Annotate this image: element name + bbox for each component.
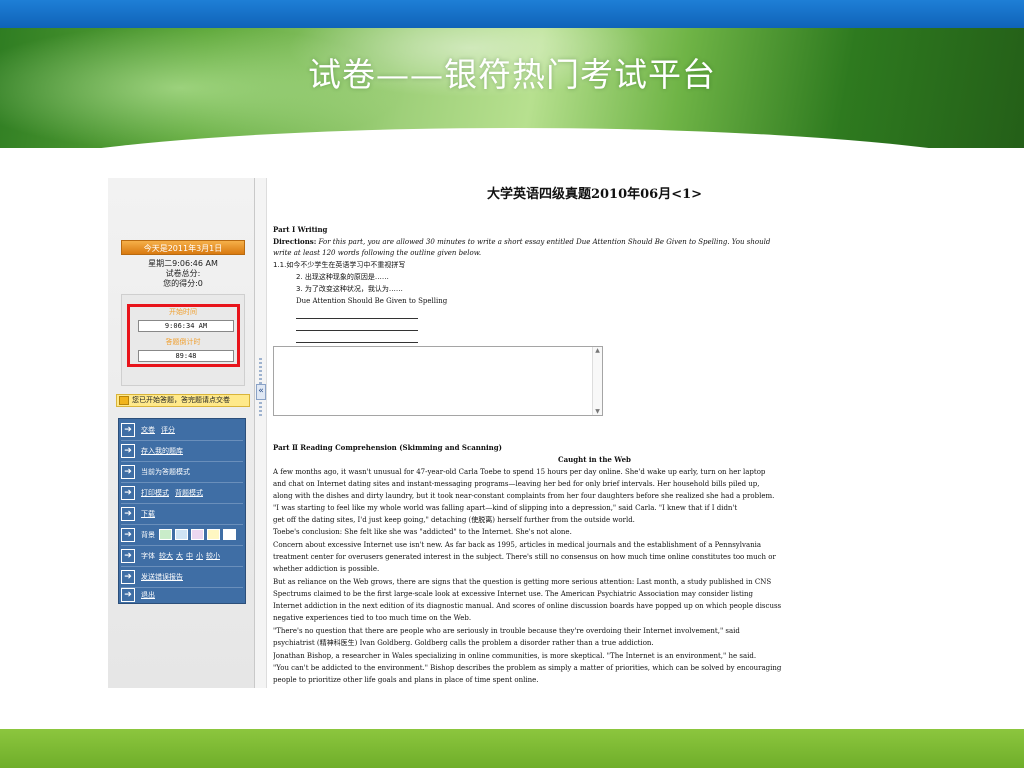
panel-splitter[interactable]: « [255, 178, 267, 688]
arrow-right-icon: ➔ [121, 587, 135, 602]
outline-item: 2. 出现这种现象的原因是…… [296, 273, 389, 281]
start-time-label: 开始时间 [169, 308, 197, 316]
report-error-link[interactable]: 发送错误报告 [141, 572, 183, 582]
submit-link[interactable]: 交卷 [141, 425, 155, 435]
menu-report[interactable]: ➔ 发送错误报告 [121, 567, 243, 586]
bg-swatch-white[interactable] [223, 529, 236, 540]
score-mine: 您的得分:0 [163, 279, 203, 288]
passage-line: But as reliance on the Web grows, there … [273, 578, 772, 586]
arrow-right-icon: ➔ [121, 548, 135, 563]
essay-title: Due Attention Should Be Given to Spellin… [296, 297, 448, 305]
menu-mode: ➔ 当前为答题模式 [121, 462, 243, 481]
slide: 试卷——银符热门考试平台 今天是2011年3月1日 星期二9:06:46 AM … [0, 0, 1024, 768]
arrow-right-icon: ➔ [121, 527, 135, 542]
passage-line: treatment center for overusers generated… [273, 553, 776, 561]
passage-line: Toebe's conclusion: She felt like she wa… [273, 528, 572, 536]
menu-submit[interactable]: ➔ 交卷 评分 [121, 420, 243, 439]
passage-line: people to prioritize other life goals an… [273, 676, 539, 684]
banner-curve [0, 128, 1024, 148]
exam-screenshot: 今天是2011年3月1日 星期二9:06:46 AM 试卷总分: 您的得分:0 … [108, 178, 918, 688]
menu-font: ➔ 字体 较大 大 中 小 较小 [121, 546, 243, 565]
countdown-field: 89:48 [138, 350, 234, 362]
top-blue-strip [0, 0, 1024, 28]
folder-icon [119, 396, 129, 405]
exit-link[interactable]: 退出 [141, 590, 155, 600]
bg-swatch-blue[interactable] [175, 529, 188, 540]
current-mode-text: 当前为答题模式 [141, 467, 190, 476]
font-label: 字体 [141, 551, 155, 560]
passage-line: Jonathan Bishop, a researcher in Wales s… [273, 652, 757, 660]
side-menu: ➔ 交卷 评分 ➔ 存入我的题库 ➔ 当前为答题模式 ➔ 打印模式 背题模式 ➔… [118, 418, 246, 604]
collapse-icon[interactable]: « [256, 384, 266, 400]
arrow-right-icon: ➔ [121, 464, 135, 479]
outline-item: 3. 为了改变这种状况，我认为…… [296, 285, 403, 293]
left-sidebar: 今天是2011年3月1日 星期二9:06:46 AM 试卷总分: 您的得分:0 … [108, 178, 255, 688]
passage-line: psychiatrist (精神科医生) Ivan Goldberg. Gold… [273, 639, 654, 647]
save-to-bank-link[interactable]: 存入我的题库 [141, 446, 183, 456]
passage-line: and chat on Internet dating sites and in… [273, 480, 760, 488]
passage-line: get off the dating sites, I'd just keep … [273, 516, 635, 524]
arrow-right-icon: ➔ [121, 422, 135, 437]
font-large-link[interactable]: 大 [176, 551, 183, 561]
passage-line: A few months ago, it wasn't unusual for … [273, 468, 766, 476]
essay-answer-textarea[interactable]: ▲ ▼ [273, 346, 603, 416]
bg-swatch-yellow[interactable] [207, 529, 220, 540]
menu-background: ➔ 背景 [121, 525, 243, 544]
info-block: 星期二9:06:46 AM 试卷总分: 您的得分:0 [121, 259, 245, 289]
passage-line: negative experiences tied to too much ti… [273, 614, 472, 622]
directions-text2: write at least 120 words following the o… [273, 249, 482, 257]
textarea-scrollbar[interactable]: ▲ ▼ [592, 347, 602, 415]
passage-line: Internet addiction in the next edition o… [273, 602, 782, 610]
passage-line: "There's no question that there are peop… [273, 627, 740, 635]
countdown-label: 答题倒计时 [165, 338, 201, 346]
scroll-up-icon[interactable]: ▲ [593, 347, 602, 354]
download-link[interactable]: 下载 [141, 509, 155, 519]
font-medium-link[interactable]: 中 [186, 551, 193, 561]
part1-heading: Part Ⅰ Writing [273, 225, 328, 234]
menu-print[interactable]: ➔ 打印模式 背题模式 [121, 483, 243, 502]
arrow-right-icon: ➔ [121, 569, 135, 584]
arrow-right-icon: ➔ [121, 485, 135, 500]
recite-mode-link[interactable]: 背题模式 [175, 488, 203, 498]
font-small-link[interactable]: 小 [196, 551, 203, 561]
bg-swatch-green[interactable] [159, 529, 172, 540]
notice-text: 您已开始答题，答完题请点交卷 [132, 396, 230, 404]
passage-line: whether addiction is possible. [273, 565, 380, 573]
scroll-down-icon[interactable]: ▼ [593, 408, 602, 415]
font-larger-link[interactable]: 较大 [159, 551, 173, 561]
exam-content: 大学英语四级真题2010年06月<1> Part Ⅰ Writing Direc… [271, 178, 918, 688]
passage-line: along with the dishes and dirty laundry,… [273, 492, 775, 500]
font-smaller-link[interactable]: 较小 [206, 551, 220, 561]
blank-line [296, 342, 418, 343]
passage-line: "I was starting to feel like my whole wo… [273, 504, 738, 512]
grade-link[interactable]: 评分 [161, 425, 175, 435]
passage-line: "You can't be addicted to the environmen… [273, 664, 782, 672]
directions-label: Directions: [273, 237, 317, 246]
menu-save[interactable]: ➔ 存入我的题库 [121, 441, 243, 460]
background-label: 背景 [141, 530, 155, 539]
date-badge: 今天是2011年3月1日 [121, 240, 245, 255]
arrow-right-icon: ➔ [121, 506, 135, 521]
clock-line: 星期二9:06:46 AM [148, 259, 218, 268]
notice-bar: 您已开始答题，答完题请点交卷 [116, 394, 250, 407]
print-mode-link[interactable]: 打印模式 [141, 488, 169, 498]
directions-line: Directions: For this part, you are allow… [273, 237, 918, 247]
slide-title: 试卷——银符热门考试平台 [308, 55, 716, 94]
part2-heading: Part Ⅱ Reading Comprehension (Skimming a… [273, 443, 502, 452]
arrow-right-icon: ➔ [121, 443, 135, 458]
directions-text: For this part, you are allowed 30 minute… [316, 238, 771, 246]
menu-exit[interactable]: ➔ 退出 [121, 585, 243, 604]
exam-title: 大学英语四级真题2010年06月<1> [486, 187, 703, 202]
passage-line: Spectrums claimed to be the first large-… [273, 590, 753, 598]
start-time-field: 9:06:34 AM [138, 320, 234, 332]
menu-download[interactable]: ➔ 下载 [121, 504, 243, 523]
blank-line [296, 330, 418, 331]
passage-title: Caught in the Web [558, 455, 631, 464]
blank-line [296, 318, 418, 319]
outline-item: 1.1.如今不少学生在英语学习中不重视拼写 [273, 261, 406, 269]
score-total: 试卷总分: [165, 269, 201, 278]
passage-line: Concern about excessive Internet use isn… [273, 541, 762, 549]
bg-swatch-purple[interactable] [191, 529, 204, 540]
bottom-green-strip [0, 729, 1024, 768]
